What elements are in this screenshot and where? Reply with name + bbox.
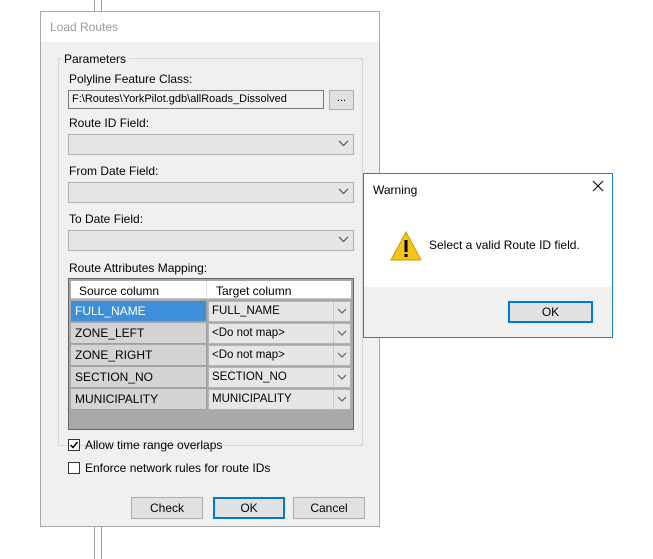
- source-cell[interactable]: ZONE_LEFT: [71, 323, 207, 344]
- load-routes-dialog: Load Routes Parameters Polyline Feature …: [40, 11, 380, 527]
- warning-title: Warning: [373, 183, 418, 197]
- target-select[interactable]: <Do not map>: [208, 323, 351, 344]
- warning-dialog: Warning Select a valid Route ID field. O…: [363, 173, 613, 338]
- chevron-down-icon: [337, 396, 347, 402]
- target-value: SECTION_NO: [212, 371, 287, 383]
- allow-overlaps-label: Allow time range overlaps: [85, 438, 223, 452]
- dialog-title: Load Routes: [50, 20, 119, 34]
- chevron-down-icon: [337, 330, 347, 336]
- warning-triangle-icon: [390, 230, 422, 261]
- table-row: ZONE_LEFT <Do not map>: [71, 323, 351, 344]
- ok-button[interactable]: OK: [213, 497, 285, 519]
- table-row: FULL_NAME FULL_NAME: [71, 301, 351, 322]
- route-id-field-select[interactable]: [68, 134, 354, 155]
- check-button[interactable]: Check: [131, 497, 203, 519]
- grid-header: Source column Target column: [71, 281, 351, 299]
- target-value: <Do not map>: [212, 327, 285, 339]
- route-id-field-label: Route ID Field:: [69, 116, 150, 130]
- target-column-header: Target column: [216, 284, 292, 298]
- warning-message: Select a valid Route ID field.: [429, 238, 580, 252]
- chevron-down-icon: [337, 374, 347, 380]
- target-select[interactable]: SECTION_NO: [208, 367, 351, 388]
- source-cell[interactable]: ZONE_RIGHT: [71, 345, 207, 366]
- attributes-mapping-grid: Source column Target column FULL_NAME FU…: [68, 278, 354, 430]
- parameters-legend: Parameters: [61, 52, 130, 66]
- target-select[interactable]: <Do not map>: [208, 345, 351, 366]
- chevron-down-icon: [338, 188, 349, 195]
- source-column-header: Source column: [79, 284, 160, 298]
- enforce-rules-checkbox[interactable]: [68, 462, 80, 474]
- checkmark-icon: [69, 441, 79, 449]
- source-cell[interactable]: SECTION_NO: [71, 367, 207, 388]
- allow-overlaps-checkbox[interactable]: [68, 439, 80, 451]
- to-date-field-label: To Date Field:: [69, 212, 144, 226]
- polyline-feature-class-label: Polyline Feature Class:: [69, 72, 193, 86]
- target-value: <Do not map>: [212, 349, 285, 361]
- browse-button[interactable]: ...: [329, 90, 354, 110]
- table-row: ZONE_RIGHT <Do not map>: [71, 345, 351, 366]
- target-select[interactable]: FULL_NAME: [208, 301, 351, 322]
- table-row: MUNICIPALITY MUNICIPALITY: [71, 389, 351, 410]
- target-value: MUNICIPALITY: [212, 393, 292, 405]
- cancel-button[interactable]: Cancel: [293, 497, 365, 519]
- chevron-down-icon: [337, 308, 347, 314]
- warning-ok-button[interactable]: OK: [508, 301, 593, 323]
- source-cell[interactable]: FULL_NAME: [71, 301, 207, 322]
- target-value: FULL_NAME: [212, 305, 280, 317]
- chevron-down-icon: [338, 140, 349, 147]
- title-bar[interactable]: Load Routes: [41, 12, 379, 42]
- polyline-feature-class-field[interactable]: F:\Routes\YorkPilot.gdb\allRoads_Dissolv…: [68, 90, 324, 109]
- from-date-field-select[interactable]: [68, 182, 354, 203]
- close-icon[interactable]: [592, 180, 604, 192]
- to-date-field-select[interactable]: [68, 230, 354, 251]
- target-select[interactable]: MUNICIPALITY: [208, 389, 351, 410]
- chevron-down-icon: [338, 236, 349, 243]
- from-date-field-label: From Date Field:: [69, 164, 159, 178]
- route-attributes-mapping-label: Route Attributes Mapping:: [69, 261, 208, 275]
- enforce-rules-label: Enforce network rules for route IDs: [85, 461, 271, 475]
- chevron-down-icon: [337, 352, 347, 358]
- warning-footer: OK: [364, 287, 612, 337]
- source-cell[interactable]: MUNICIPALITY: [71, 389, 207, 410]
- table-row: SECTION_NO SECTION_NO: [71, 367, 351, 388]
